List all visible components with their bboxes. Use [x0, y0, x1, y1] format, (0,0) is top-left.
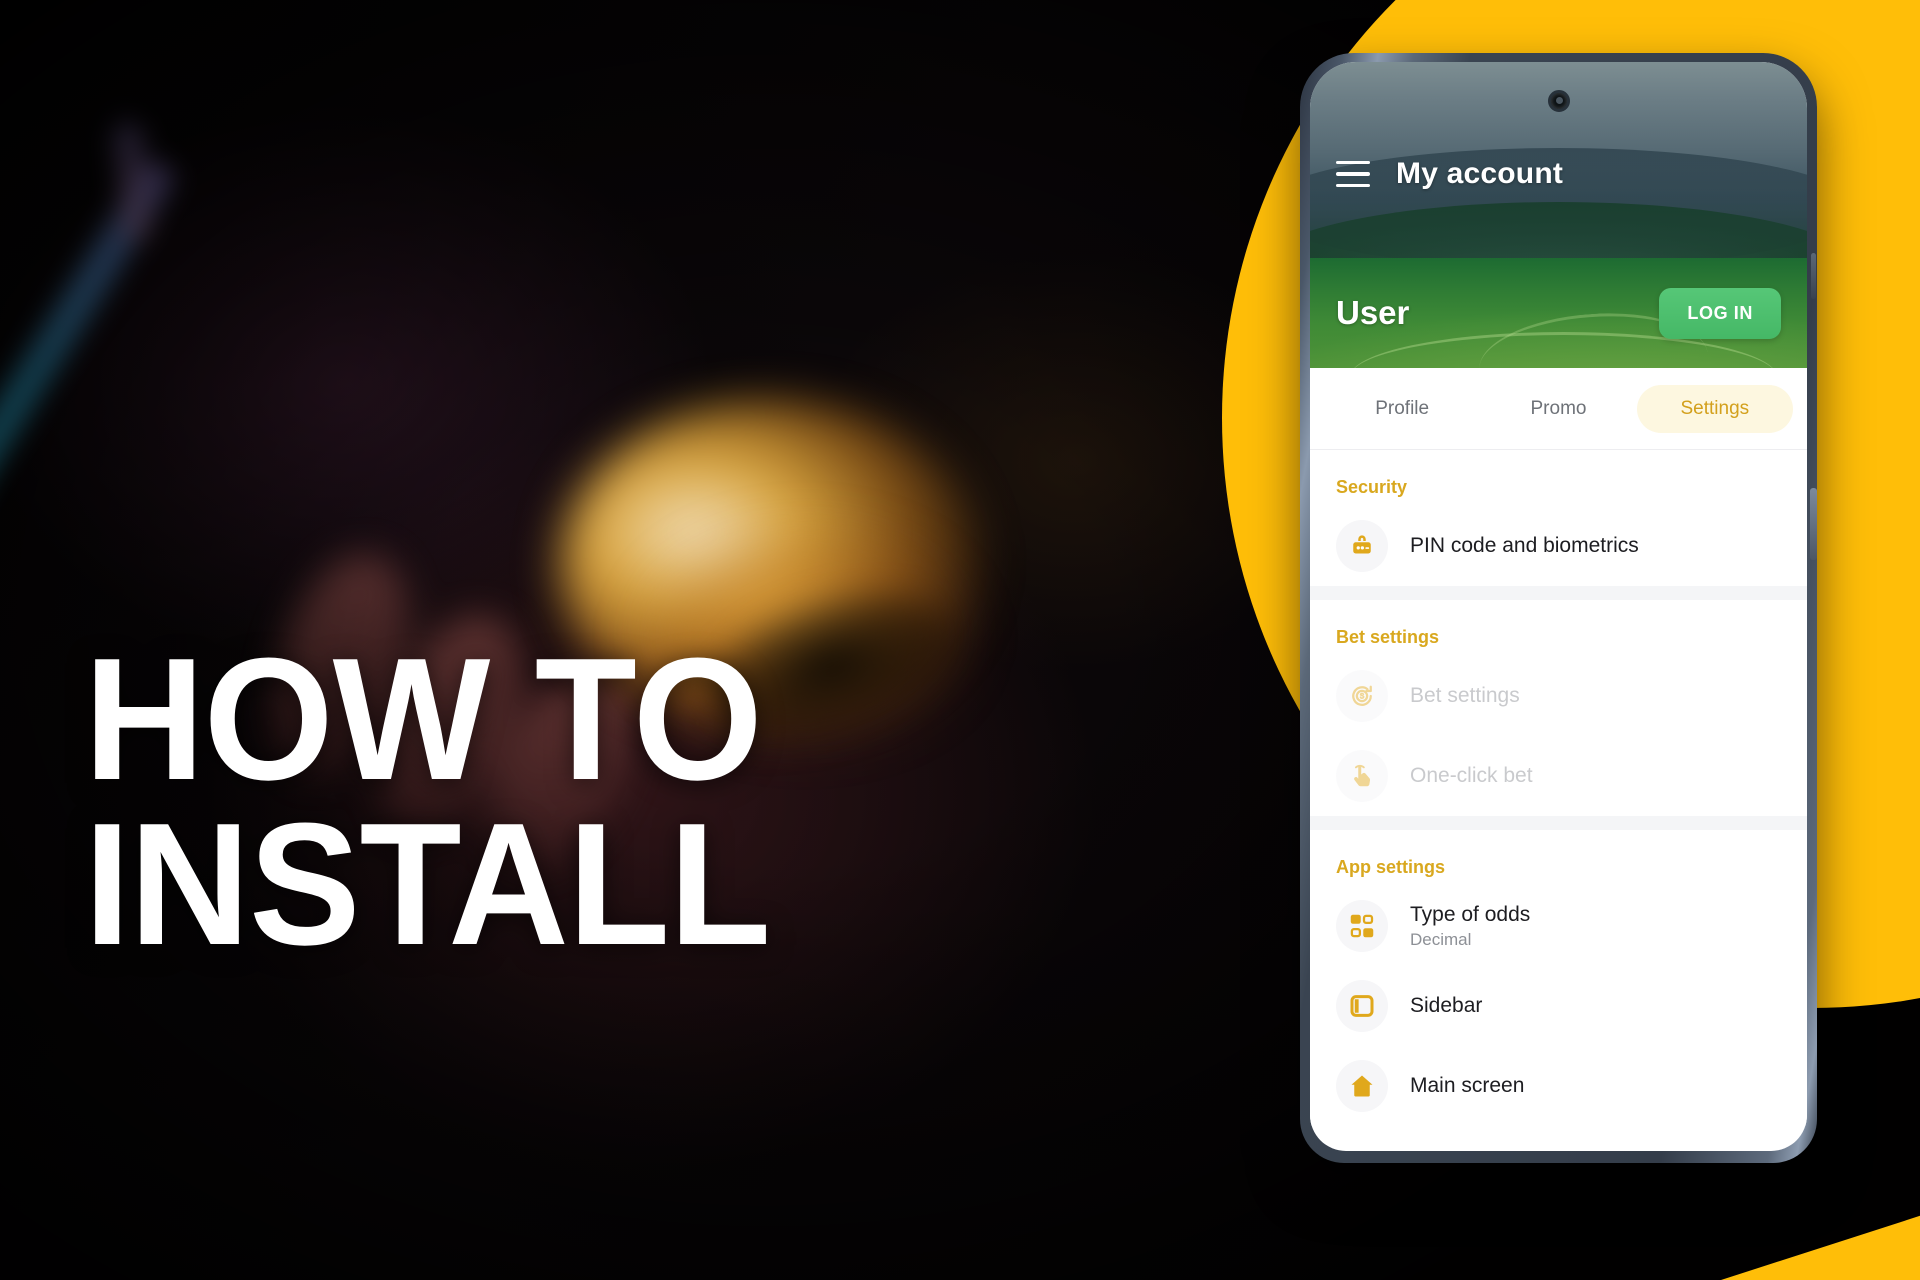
- phone-screen: My account User LOG IN Profile Promo Set…: [1310, 62, 1807, 1151]
- home-icon: [1336, 1060, 1388, 1112]
- grid-squares-icon: [1336, 900, 1388, 952]
- front-camera-icon: [1547, 90, 1570, 112]
- tab-promo[interactable]: Promo: [1480, 385, 1636, 433]
- list-item-title: Bet settings: [1410, 684, 1520, 707]
- list-item-text: One-click bet: [1410, 764, 1533, 788]
- user-band: User LOG IN: [1310, 258, 1807, 368]
- log-in-button[interactable]: LOG IN: [1659, 287, 1781, 339]
- list-item-title: Type of odds: [1410, 902, 1531, 926]
- section-title-security: Security: [1336, 477, 1408, 497]
- section-divider-2: [1310, 816, 1807, 830]
- list-item-pin-code[interactable]: PIN code and biometrics: [1310, 506, 1807, 586]
- lock-icon: [1336, 520, 1388, 572]
- hamburger-icon[interactable]: [1336, 161, 1370, 187]
- list-item-text: Main screen: [1410, 1074, 1524, 1098]
- list-item-one-click-bet[interactable]: One-click bet: [1310, 736, 1807, 816]
- tab-profile[interactable]: Profile: [1324, 385, 1480, 433]
- list-item-bet-settings[interactable]: Bet settings: [1310, 656, 1807, 736]
- app-header-title: My account: [1396, 157, 1564, 190]
- list-item-title: One-click bet: [1410, 764, 1533, 787]
- page-title: HOW TO INSTALL: [84, 621, 771, 982]
- list-item-type-of-odds[interactable]: Type of odds Decimal: [1310, 886, 1807, 966]
- phone-mockup: My account User LOG IN Profile Promo Set…: [1300, 53, 1817, 1163]
- tap-hand-icon: [1336, 750, 1388, 802]
- sidebar-icon: [1336, 980, 1388, 1032]
- list-item-text: Bet settings: [1410, 684, 1520, 708]
- phone-power-button[interactable]: [1810, 488, 1817, 560]
- account-tabs: Profile Promo Settings: [1310, 368, 1807, 450]
- app-header: My account: [1310, 62, 1807, 258]
- list-item-text: PIN code and biometrics: [1410, 534, 1639, 558]
- section-title-bet-settings: Bet settings: [1336, 627, 1440, 647]
- list-item-title: Main screen: [1410, 1074, 1525, 1097]
- list-item-text: Type of odds Decimal: [1410, 903, 1530, 950]
- list-item-title: PIN code and biometrics: [1410, 534, 1639, 557]
- user-name-label: User: [1336, 294, 1410, 331]
- settings-list: Security PIN code and biometrics Bet set…: [1310, 450, 1807, 1126]
- section-divider-1: [1310, 586, 1807, 600]
- section-title-app-settings: App settings: [1336, 857, 1446, 877]
- coin-refresh-icon: [1336, 670, 1388, 722]
- list-item-subtitle: Decimal: [1410, 929, 1472, 949]
- list-item-main-screen[interactable]: Main screen: [1310, 1046, 1807, 1126]
- screenshot-canvas: HOW TO INSTALL My account User LOG IN Pr…: [0, 0, 1920, 1280]
- app-header-row: My account: [1310, 157, 1807, 191]
- list-item-sidebar[interactable]: Sidebar: [1310, 966, 1807, 1046]
- phone-volume-button[interactable]: [1811, 253, 1816, 299]
- list-item-title: Sidebar: [1410, 994, 1483, 1017]
- list-item-text: Sidebar: [1410, 994, 1482, 1018]
- tab-settings[interactable]: Settings: [1636, 384, 1793, 433]
